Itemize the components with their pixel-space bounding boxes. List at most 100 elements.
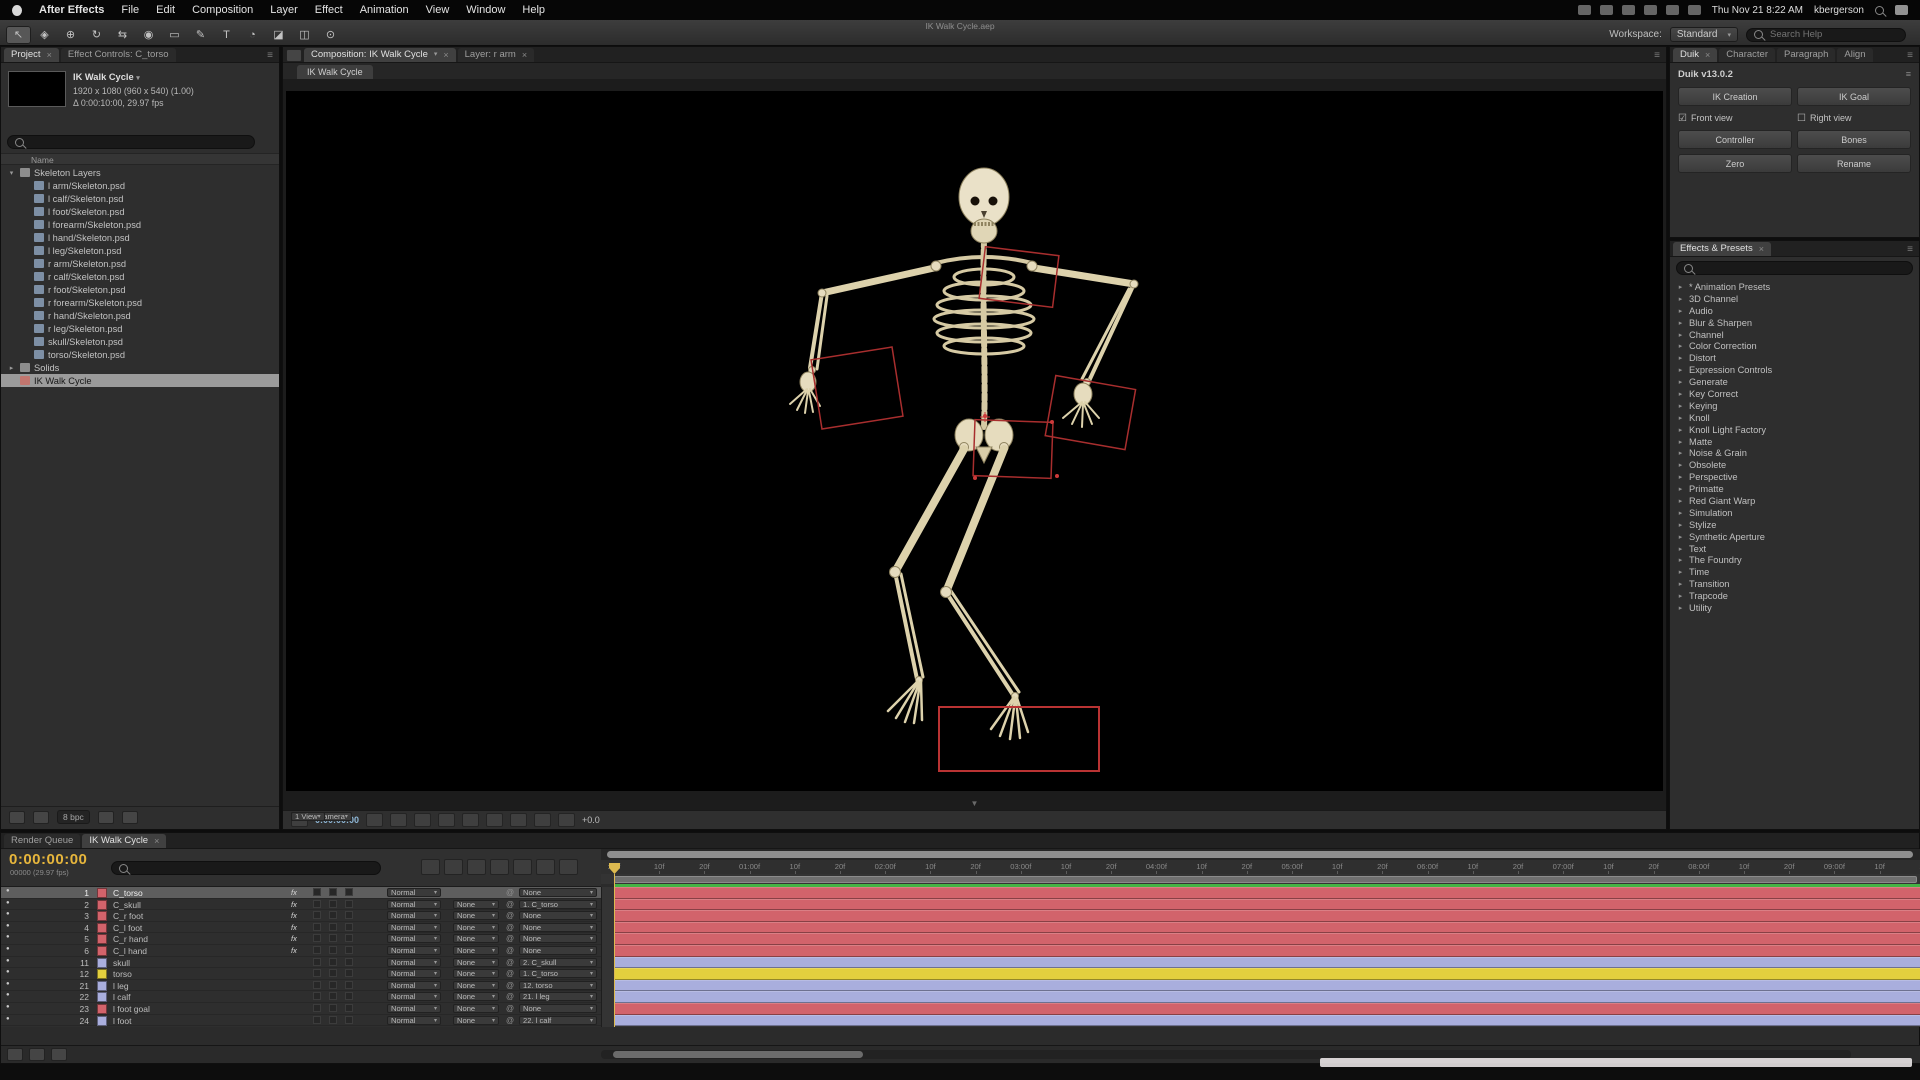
- track-camera-tool[interactable]: ⇆: [110, 26, 135, 44]
- effects-category-obsolete[interactable]: ▸Obsolete: [1670, 459, 1919, 471]
- menu-window[interactable]: Window: [466, 4, 505, 16]
- expand-layers-icon[interactable]: [7, 1048, 23, 1061]
- project-item-l-leg-skeleton-psd[interactable]: l leg/Skeleton.psd: [1, 244, 279, 257]
- project-item-l-hand-skeleton-psd[interactable]: l hand/Skeleton.psd: [1, 231, 279, 244]
- parent-pickwhip-icon[interactable]: @: [506, 900, 514, 909]
- current-time-indicator-line[interactable]: [614, 874, 615, 1027]
- ik-controller-r-hand[interactable]: [1045, 376, 1135, 450]
- panel-grabber-icon[interactable]: [286, 49, 302, 62]
- duik-tab-align[interactable]: Align: [1837, 48, 1872, 62]
- parent-pickwhip-icon[interactable]: @: [506, 923, 514, 932]
- parent-select[interactable]: None▾: [519, 888, 597, 897]
- timeline-button-icon[interactable]: [510, 813, 527, 827]
- layer-duration-bar[interactable]: [615, 1015, 1920, 1027]
- flowchart-icon[interactable]: [534, 813, 551, 827]
- duik-option-right-view[interactable]: ☐Right view: [1797, 111, 1911, 125]
- parent-select[interactable]: None▾: [519, 1004, 597, 1013]
- effects-category-simulation[interactable]: ▸Simulation: [1670, 507, 1919, 519]
- parent-select[interactable]: None▾: [519, 923, 597, 932]
- layer-row-c-skull[interactable]: ●2C_skullfxNormal▾None▾@1. C_torso▾: [1, 899, 601, 911]
- layer-row-c-torso[interactable]: ●1C_torsofxNormal▾@None▾: [1, 887, 601, 899]
- layer-row-l-leg[interactable]: ●21l legNormal▾None▾@12. torso▾: [1, 980, 601, 992]
- effects-category-color-correction[interactable]: ▸Color Correction: [1670, 340, 1919, 352]
- comp-tab-layer-r-arm[interactable]: Layer: r arm×: [458, 48, 534, 62]
- layer-duration-bar[interactable]: [615, 899, 1920, 911]
- project-item-r-arm-skeleton-psd[interactable]: r arm/Skeleton.psd: [1, 257, 279, 270]
- project-item-torso-skeleton-psd[interactable]: torso/Skeleton.psd: [1, 348, 279, 361]
- mode-select[interactable]: Normal▾: [387, 900, 441, 909]
- close-icon[interactable]: ×: [1705, 51, 1710, 60]
- project-item-l-forearm-skeleton-psd[interactable]: l forearm/Skeleton.psd: [1, 218, 279, 231]
- parent-pickwhip-icon[interactable]: @: [506, 969, 514, 978]
- menubar-clock[interactable]: Thu Nov 21 8:22 AM: [1712, 5, 1803, 16]
- duik-button-rename[interactable]: Rename: [1797, 154, 1911, 173]
- duik-button-ik-goal[interactable]: IK Goal: [1797, 87, 1911, 106]
- project-item-r-foot-skeleton-psd[interactable]: r foot/Skeleton.psd: [1, 283, 279, 296]
- workspace-select[interactable]: Standard ▾: [1670, 27, 1738, 42]
- layer-row-torso[interactable]: ●12torsoNormal▾None▾@1. C_torso▾: [1, 968, 601, 980]
- type-tool[interactable]: T: [214, 26, 239, 44]
- effects-search[interactable]: [1676, 261, 1913, 275]
- project-item-r-forearm-skeleton-psd[interactable]: r forearm/Skeleton.psd: [1, 296, 279, 309]
- graph-editor-button[interactable]: [559, 859, 578, 875]
- layer-row-l-foot[interactable]: ●24l footNormal▾None▾@22. l calf▾: [1, 1015, 601, 1027]
- layer-duration-bar[interactable]: [615, 910, 1920, 922]
- comp-mini-flowchart-button[interactable]: [421, 859, 440, 875]
- layer-duration-bar[interactable]: [615, 945, 1920, 957]
- layer-color-chip[interactable]: [97, 1004, 107, 1014]
- bluetooth-status-icon[interactable]: [1644, 5, 1657, 15]
- layer-row-l-foot-goal[interactable]: ●23l foot goalNormal▾None▾@None▾: [1, 1003, 601, 1015]
- parent-select[interactable]: 12. torso▾: [519, 981, 597, 990]
- layer-duration-bar[interactable]: [615, 922, 1920, 934]
- effects-category-stylize[interactable]: ▸Stylize: [1670, 519, 1919, 531]
- layer-color-chip[interactable]: [97, 934, 107, 944]
- layer-row-c-r-hand[interactable]: ●5C_r handfxNormal▾None▾@None▾: [1, 933, 601, 945]
- effects-category-noise-grain[interactable]: ▸Noise & Grain: [1670, 447, 1919, 459]
- clone-stamp-tool[interactable]: ◪: [266, 26, 291, 44]
- mode-select[interactable]: Normal▾: [387, 934, 441, 943]
- parent-pickwhip-icon[interactable]: @: [506, 888, 514, 897]
- layer-color-chip[interactable]: [97, 911, 107, 921]
- layer-color-chip[interactable]: [97, 946, 107, 956]
- library-icon[interactable]: [9, 811, 25, 824]
- menu-animation[interactable]: Animation: [360, 4, 409, 16]
- project-item-r-calf-skeleton-psd[interactable]: r calf/Skeleton.psd: [1, 270, 279, 283]
- trkmat-select[interactable]: None▾: [453, 946, 499, 955]
- close-icon[interactable]: ×: [154, 837, 159, 846]
- draft-3d-button[interactable]: [444, 859, 463, 875]
- parent-select[interactable]: 1. C_torso▾: [519, 969, 597, 978]
- effects-category-3d-channel[interactable]: ▸3D Channel: [1670, 293, 1919, 305]
- spotlight-icon[interactable]: [1875, 6, 1884, 15]
- effects-category-synthetic-aperture[interactable]: ▸Synthetic Aperture: [1670, 531, 1919, 543]
- mode-select[interactable]: Normal▾: [387, 981, 441, 990]
- composition-viewport[interactable]: [286, 91, 1663, 791]
- parent-select[interactable]: None▾: [519, 911, 597, 920]
- layer-color-chip[interactable]: [97, 923, 107, 933]
- visibility-toggle[interactable]: ●: [6, 934, 10, 940]
- selection-tool[interactable]: ↖: [6, 26, 31, 44]
- close-icon[interactable]: ×: [47, 51, 52, 60]
- effects-category-perspective[interactable]: ▸Perspective: [1670, 471, 1919, 483]
- menu-help[interactable]: Help: [522, 4, 545, 16]
- comp-tab-composition-ik-walk-cycle[interactable]: Composition: IK Walk Cycle▾×: [304, 48, 456, 62]
- pixel-aspect-icon[interactable]: [462, 813, 479, 827]
- parent-pickwhip-icon[interactable]: @: [506, 992, 514, 1001]
- effects-category-expression-controls[interactable]: ▸Expression Controls: [1670, 364, 1919, 376]
- project-item-solids[interactable]: ▸Solids: [1, 361, 279, 374]
- menu-file[interactable]: File: [121, 4, 139, 16]
- mode-select[interactable]: Normal▾: [387, 1016, 441, 1025]
- layer-color-chip[interactable]: [97, 981, 107, 991]
- mode-select[interactable]: Normal▾: [387, 888, 441, 897]
- effects-category-knoll-light-factory[interactable]: ▸Knoll Light Factory: [1670, 424, 1919, 436]
- project-item-l-arm-skeleton-psd[interactable]: l arm/Skeleton.psd: [1, 179, 279, 192]
- layer-duration-bar[interactable]: [615, 933, 1920, 945]
- parent-select[interactable]: None▾: [519, 946, 597, 955]
- project-name-column-header[interactable]: Name: [1, 153, 279, 165]
- effects-category-matte[interactable]: ▸Matte: [1670, 436, 1919, 448]
- mask-shape-tool[interactable]: ▭: [162, 26, 187, 44]
- effects-category-blur-sharpen[interactable]: ▸Blur & Sharpen: [1670, 317, 1919, 329]
- eraser-tool[interactable]: ◫: [292, 26, 317, 44]
- project-search[interactable]: [7, 135, 255, 149]
- project-search-input[interactable]: [29, 136, 247, 149]
- parent-pickwhip-icon[interactable]: @: [506, 934, 514, 943]
